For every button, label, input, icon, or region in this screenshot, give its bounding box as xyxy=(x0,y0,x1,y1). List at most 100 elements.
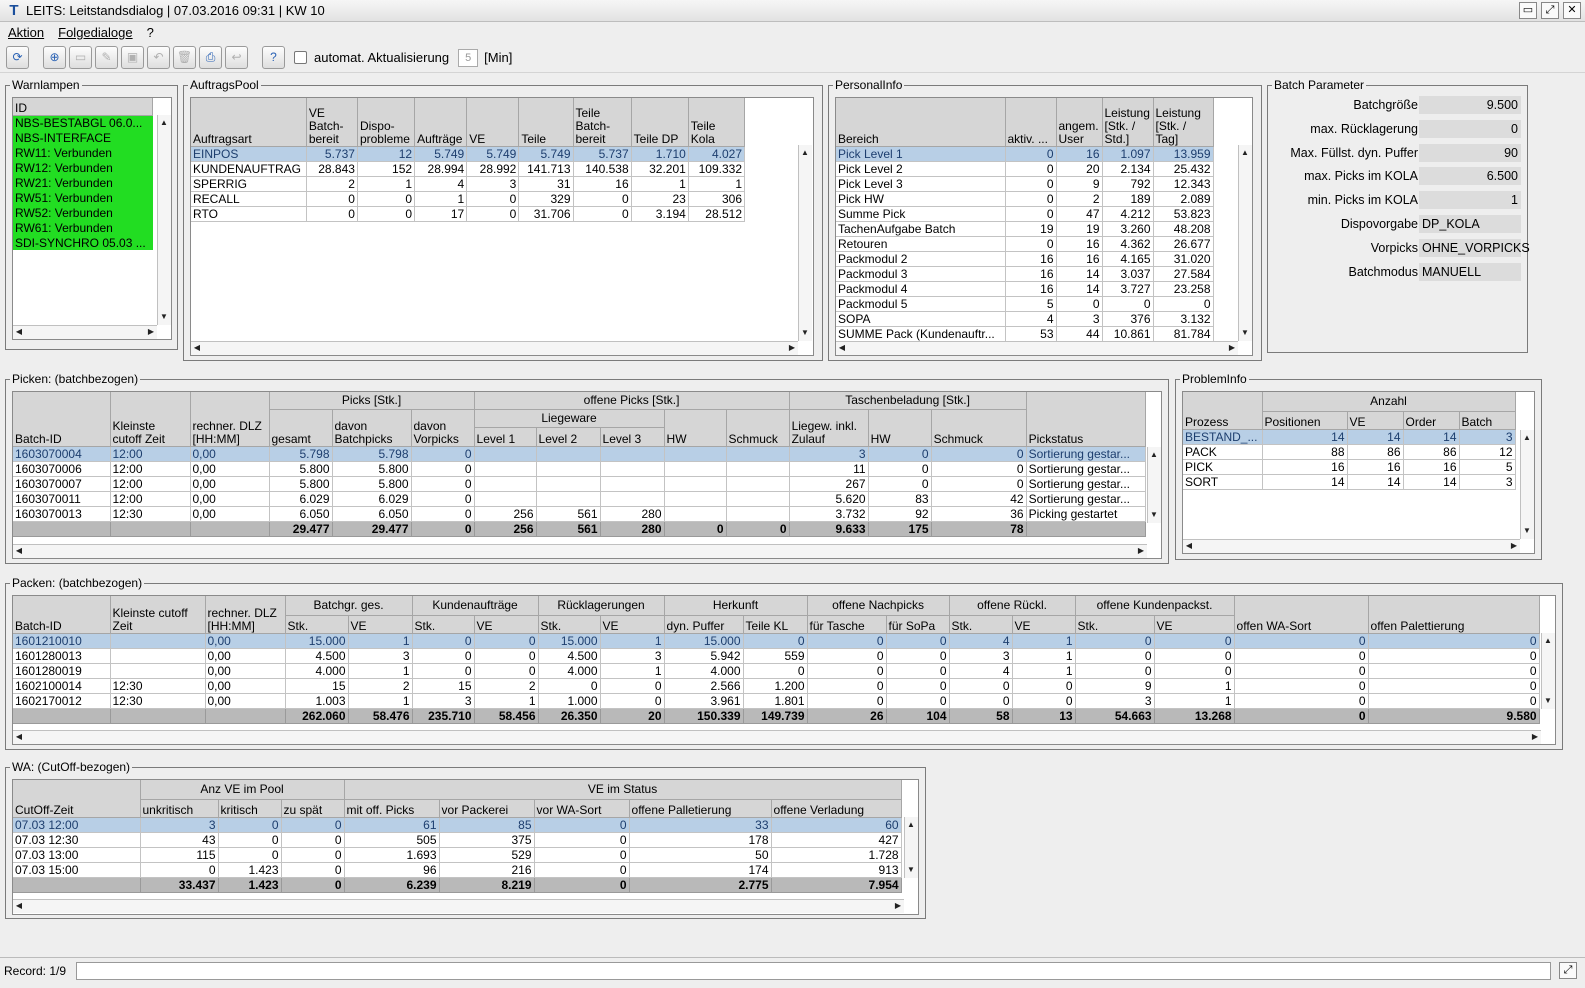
table-row[interactable]: 1602100014 12:30 0,00 15 2 15 2 0 0 2.566 1.200 0 0 0… xyxy=(13,678,1540,694)
horizontal-scrollbar[interactable]: ◀ ▶ xyxy=(191,341,798,355)
column-header[interactable]: mit off. Picks xyxy=(344,799,440,818)
table-row[interactable]: Summe Pick 0 47 4.212 53.823 xyxy=(836,206,1214,222)
column-header[interactable]: Teile xyxy=(518,98,574,147)
column-header[interactable]: Teile KL xyxy=(743,615,808,634)
vertical-scrollbar[interactable]: ▲ ▼ xyxy=(798,145,812,341)
column-header[interactable]: für SoPa xyxy=(886,615,950,634)
column-header[interactable]: VE xyxy=(474,615,539,634)
table-row[interactable]: SOPA 4 3 376 3.132 xyxy=(836,311,1214,327)
close-icon[interactable]: ✕ xyxy=(1563,2,1581,19)
column-header[interactable]: Kleinste cutoff Zeit xyxy=(110,596,206,634)
column-header[interactable]: Level 2 xyxy=(536,427,601,447)
column-header[interactable]: VE xyxy=(1012,615,1076,634)
table-row[interactable]: SORT 14 14 14 3 xyxy=(1183,474,1516,490)
column-header[interactable]: Kleinste cutoff Zeit xyxy=(110,392,191,447)
table-row[interactable]: BESTAND_... 14 14 14 3 xyxy=(1183,429,1516,445)
table-row[interactable]: Pick Level 1 0 16 1.097 13.959 xyxy=(836,146,1214,162)
table-row[interactable]: TachenAufgabe Batch 19 19 3.260 48.208 xyxy=(836,221,1214,237)
link-button[interactable]: ↩ xyxy=(225,46,248,69)
column-header[interactable]: VE xyxy=(466,98,520,147)
column-header[interactable]: gesamt xyxy=(269,409,333,447)
horizontal-scrollbar[interactable]: ◀ ▶ xyxy=(13,730,1541,744)
column-header[interactable]: HW xyxy=(868,409,932,447)
column-header[interactable]: Bereich xyxy=(836,98,1006,147)
column-header[interactable]: Leistung [Stk. / Std.] xyxy=(1102,98,1154,147)
table-row[interactable]: Packmodul 4 16 14 3.727 23.258 xyxy=(836,281,1214,297)
table-row[interactable]: Pick Level 2 0 20 2.134 25.432 xyxy=(836,161,1214,177)
table-row[interactable]: 1601280019 0,00 4.000 1 0 0 4.000 1 4.000 0 0 0 4 1 0 0… xyxy=(13,663,1540,679)
column-header[interactable]: VE Batch-bereit xyxy=(306,98,358,147)
auto-refresh-checkbox[interactable] xyxy=(294,51,307,64)
table-row[interactable]: 1602170012 12:30 0,00 1.003 1 3 1 1.000 0 3.961 1.… xyxy=(13,693,1540,709)
horizontal-scrollbar[interactable]: ◀ ▶ xyxy=(836,341,1238,355)
list-item[interactable]: RW51: Verbunden xyxy=(13,190,153,205)
column-header[interactable]: rechner. DLZ [HH:MM] xyxy=(205,596,286,634)
column-header[interactable]: ID xyxy=(13,98,153,116)
menu-help[interactable]: ? xyxy=(147,25,154,40)
zoom-button[interactable]: ⊕ xyxy=(43,46,66,69)
table-row[interactable]: Retouren 0 16 4.362 26.677 xyxy=(836,236,1214,252)
vertical-scrollbar[interactable]: ▲ ▼ xyxy=(904,817,918,878)
column-header[interactable]: aktiv. ... xyxy=(1005,98,1057,147)
table-row[interactable]: 07.03 12:30 43 0 0 505 375 0 178 427 xyxy=(13,832,902,848)
column-header[interactable]: für Tasche xyxy=(807,615,887,634)
column-header[interactable]: offen WA-Sort xyxy=(1234,596,1369,634)
column-header[interactable]: Teile DP xyxy=(631,98,689,147)
column-header[interactable]: vor Packerei xyxy=(439,799,535,818)
column-header[interactable]: Order xyxy=(1403,411,1460,430)
column-header[interactable]: Stk. xyxy=(1075,615,1155,634)
table-row[interactable]: 07.03 15:00 0 1.423 0 96 216 0 174 913 xyxy=(13,862,902,878)
column-header[interactable]: VE xyxy=(1347,411,1404,430)
column-header[interactable]: vor WA-Sort xyxy=(534,799,630,818)
column-header[interactable]: Batch-ID xyxy=(13,392,111,447)
interval-spinner[interactable]: 5 xyxy=(458,48,479,67)
column-header[interactable]: offene Palletierung xyxy=(629,799,772,818)
column-header[interactable]: Aufträge xyxy=(414,98,468,147)
column-header[interactable]: VE xyxy=(1154,615,1235,634)
table-row[interactable]: 1603070007 12:00 0,00 5.800 5.800 0 267 0 0 Sorti… xyxy=(13,476,1146,492)
list-item[interactable]: NBS-BESTABGL 06.0... xyxy=(13,115,153,130)
print-button[interactable]: ⎙ xyxy=(199,46,222,69)
list-item[interactable]: RW12: Verbunden xyxy=(13,160,153,175)
list-item[interactable]: RW21: Verbunden xyxy=(13,175,153,190)
vertical-scrollbar[interactable]: ▲ ▼ xyxy=(1147,447,1161,523)
column-header[interactable]: Auftragsart xyxy=(191,98,307,147)
table-row[interactable]: 1601210010 0,00 15.000 1 0 0 15.000 1 15.000 0 0 0 4… xyxy=(13,633,1540,649)
column-header[interactable]: Dispo-probleme xyxy=(357,98,416,147)
column-header[interactable]: kritisch xyxy=(218,799,282,818)
vertical-scrollbar[interactable]: ▲ ▼ xyxy=(1520,430,1534,539)
vertical-scrollbar[interactable]: ▲ ▼ xyxy=(157,115,171,325)
table-row[interactable]: 07.03 13:00 115 0 0 1.693 529 0 50 1.728 xyxy=(13,847,902,863)
minimize-icon[interactable]: ▭ xyxy=(1519,2,1537,19)
column-header[interactable]: davon Batchpicks xyxy=(332,409,412,447)
list-item[interactable]: SDI-SYNCHRO 05.03 ... xyxy=(13,235,153,250)
refresh-button[interactable]: ⟳ xyxy=(6,46,29,69)
list-item[interactable]: RW61: Verbunden xyxy=(13,220,153,235)
column-header[interactable]: Schmuck xyxy=(931,409,1027,447)
vertical-scrollbar[interactable]: ▲ ▼ xyxy=(1238,145,1252,341)
column-header[interactable]: davon Vorpicks xyxy=(411,409,475,447)
new-doc-button[interactable]: ▭ xyxy=(69,46,92,69)
column-header[interactable]: dyn. Puffer xyxy=(664,615,744,634)
column-header[interactable]: Batch xyxy=(1459,411,1516,430)
horizontal-scrollbar[interactable]: ◀ ▶ xyxy=(13,899,904,913)
horizontal-scrollbar[interactable]: ◀ ▶ xyxy=(13,544,1147,558)
table-row[interactable]: RTO 0 0 17 0 31.706 0 3.194 28.512 xyxy=(191,206,746,222)
column-header[interactable]: Liegew. inkl. Zulauf xyxy=(789,409,869,447)
table-row[interactable]: 07.03 12:00 3 0 0 61 85 0 33 60 xyxy=(13,817,902,833)
column-header[interactable]: Schmuck xyxy=(726,409,790,447)
list-item[interactable]: RW11: Verbunden xyxy=(13,145,153,160)
table-row[interactable]: Packmodul 55000 xyxy=(836,296,1214,312)
table-row[interactable]: Pick Level 3 0 9 792 12.343 xyxy=(836,176,1214,192)
column-header[interactable]: Teile Batch-bereit xyxy=(573,98,632,147)
column-header[interactable]: offen Palettierung xyxy=(1368,596,1540,634)
horizontal-scrollbar[interactable]: ◀ ▶ xyxy=(1183,539,1520,553)
table-row[interactable]: Packmodul 2 16 16 4.165 31.020 xyxy=(836,251,1214,267)
horizontal-scrollbar[interactable]: ◀ ▶ xyxy=(13,325,157,339)
column-header[interactable]: Batch-ID xyxy=(13,596,111,634)
column-header[interactable]: Stk. xyxy=(412,615,475,634)
table-row[interactable]: 1603070011 12:00 0,00 6.029 6.029 0 5.620 83 42 S… xyxy=(13,491,1146,507)
table-row[interactable]: 1603070013 12:30 0,00 6.050 6.050 0 256 561 280 3… xyxy=(13,506,1146,522)
table-row[interactable]: PICK 16 16 16 5 xyxy=(1183,459,1516,475)
column-header[interactable]: Leistung [Stk. / Tag] xyxy=(1153,98,1214,147)
